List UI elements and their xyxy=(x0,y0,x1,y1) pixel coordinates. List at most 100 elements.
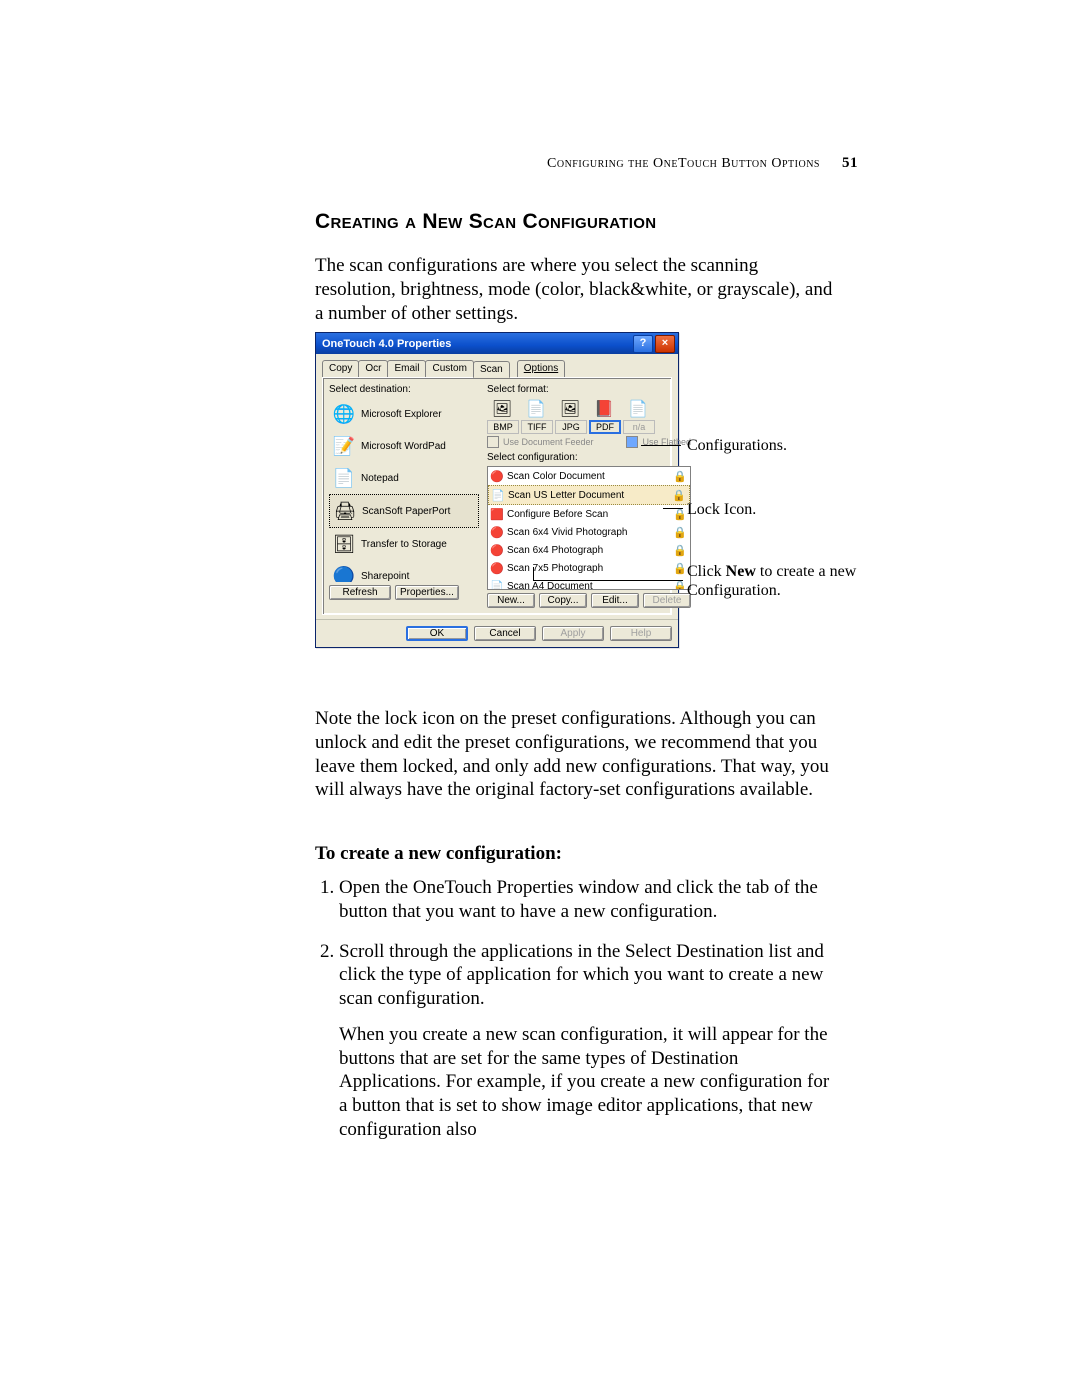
steps: Open the OneTouch Properties window and … xyxy=(315,870,835,1158)
help-icon[interactable]: ? xyxy=(633,335,653,353)
doc-icon: 📄 xyxy=(491,580,503,590)
running-head: Configuring the OneTouch Button Options … xyxy=(547,155,858,172)
config-label: Configure Before Scan xyxy=(507,509,608,520)
list-item[interactable]: 📄Scan A4 Document 🔒 xyxy=(488,577,690,590)
page-number: 51 xyxy=(842,155,858,171)
lock-icon: 🔒 xyxy=(673,580,687,591)
dialog-titlebar[interactable]: OneTouch 4.0 Properties ? × xyxy=(316,333,678,354)
lock-icon: 🔒 xyxy=(673,544,687,557)
wordpad-icon: 📝 xyxy=(331,433,357,459)
step-1-text: Open the OneTouch Properties window and … xyxy=(339,877,818,922)
refresh-button[interactable]: Refresh xyxy=(329,585,391,600)
left-button-row: Refresh Properties... xyxy=(329,585,479,600)
config-label: Scan US Letter Document xyxy=(508,490,624,501)
list-item[interactable]: 🖨 ScanSoft PaperPort xyxy=(329,494,479,528)
photo-icon: 🔴 xyxy=(491,562,503,574)
dialog-button-bar: OK Cancel Apply Help xyxy=(316,619,678,647)
photo-icon: 🔴 xyxy=(491,526,503,538)
page: Configuring the OneTouch Button Options … xyxy=(0,0,1080,1397)
lock-icon: 🔒 xyxy=(672,489,686,502)
ok-button[interactable]: OK xyxy=(406,626,468,641)
doc-icon: 📄 xyxy=(492,489,504,501)
format-label: PDF xyxy=(589,420,621,434)
tab-custom[interactable]: Custom xyxy=(425,360,473,377)
format-cell[interactable]: 📕 PDF xyxy=(589,398,621,434)
color-doc-icon: 🔴 xyxy=(491,470,503,482)
list-item[interactable]: 🔴 Scan 6x4 Photograph 🔒 xyxy=(488,541,690,559)
tabs-row: Copy Ocr Email Custom Scan Options xyxy=(322,360,672,377)
checkbox-icon[interactable] xyxy=(487,436,499,448)
cancel-button[interactable]: Cancel xyxy=(474,626,536,641)
lock-icon: 🔒 xyxy=(673,508,687,521)
tab-options[interactable]: Options xyxy=(517,360,565,377)
copy-button[interactable]: Copy... xyxy=(539,593,587,608)
step-2-text: Scroll through the applications in the S… xyxy=(339,941,824,1010)
running-head-text: Configuring the OneTouch Button Options xyxy=(547,156,820,171)
configure-icon: 🟥 xyxy=(491,508,503,520)
globe-icon: 🌐 xyxy=(331,401,357,427)
callout-line xyxy=(533,567,534,580)
lock-icon: 🔒 xyxy=(673,470,687,483)
format-row: 🖼 BMP 📄 TIFF 🖼 JPG 📕 xyxy=(487,398,691,434)
new-button[interactable]: New... xyxy=(487,593,535,608)
properties-dialog: OneTouch 4.0 Properties ? × Copy Ocr Ema… xyxy=(315,332,679,648)
select-destination-label: Select destination: xyxy=(329,384,479,395)
titlebar-buttons: ? × xyxy=(633,335,675,353)
close-icon[interactable]: × xyxy=(655,335,675,353)
config-label: Scan 7x5 Photograph xyxy=(507,563,603,574)
callout-lock-icon: Lock Icon. xyxy=(687,500,857,519)
list-item[interactable]: 🟥 Configure Before Scan 🔒 xyxy=(488,505,690,523)
photo-icon: 🔴 xyxy=(491,544,503,556)
list-item[interactable]: 📄 Scan US Letter Document 🔒 xyxy=(488,485,690,505)
tab-email[interactable]: Email xyxy=(387,360,426,377)
destination-label: ScanSoft PaperPort xyxy=(362,506,450,517)
format-label: BMP xyxy=(487,420,519,434)
config-list[interactable]: 🔴Scan Color Document 🔒 📄 Scan US Letter D… xyxy=(487,466,691,590)
callout-new-bold: New xyxy=(726,563,756,580)
dialog-title: OneTouch 4.0 Properties xyxy=(322,338,451,350)
apply-button[interactable]: Apply xyxy=(542,626,604,641)
format-cell[interactable]: 🖼 BMP xyxy=(487,398,519,434)
list-item[interactable]: 🌐 Microsoft Explorer xyxy=(329,398,479,430)
pdf-icon: 📕 xyxy=(589,398,619,420)
list-item[interactable]: 🔴 Scan 7x5 Photograph 🔒 xyxy=(488,559,690,577)
format-cell[interactable]: 📄 n/a xyxy=(623,398,655,434)
tab-scan[interactable]: Scan xyxy=(473,361,510,378)
format-cell[interactable]: 📄 TIFF xyxy=(521,398,553,434)
callout-configurations: Configurations. xyxy=(687,436,857,455)
tab-ocr[interactable]: Ocr xyxy=(358,360,388,377)
help-button[interactable]: Help xyxy=(610,626,672,641)
lock-icon: 🔒 xyxy=(673,562,687,575)
destination-list[interactable]: 🌐 Microsoft Explorer 📝 Microsoft WordPad… xyxy=(329,398,479,582)
callout-new-pre: Click xyxy=(687,563,726,580)
callout-line xyxy=(641,445,681,446)
list-item[interactable]: 🗄 Transfer to Storage xyxy=(329,528,479,560)
note-paragraph: Note the lock icon on the preset configu… xyxy=(315,707,835,802)
step-1: Open the OneTouch Properties window and … xyxy=(339,876,835,924)
list-item[interactable]: 🔴Scan 6x4 Vivid Photograph 🔒 xyxy=(488,523,690,541)
step-2-continuation: When you create a new scan configuration… xyxy=(339,1023,835,1142)
destination-label: Sharepoint xyxy=(361,571,409,582)
select-config-label: Select configuration: xyxy=(487,452,691,463)
bmp-icon: 🖼 xyxy=(487,398,517,420)
tab-copy[interactable]: Copy xyxy=(322,360,359,377)
jpg-icon: 🖼 xyxy=(555,398,585,420)
section-title: Creating a New Scan Configuration xyxy=(315,210,656,234)
checkbox-icon[interactable] xyxy=(626,436,638,448)
feeder-row: Use Document Feeder Use Flatbed xyxy=(487,436,691,448)
notepad-icon: 📄 xyxy=(331,465,357,491)
config-button-row: New... Copy... Edit... Delete xyxy=(487,593,691,608)
callout-line xyxy=(663,508,683,509)
destination-label: Microsoft WordPad xyxy=(361,441,446,452)
lock-icon: 🔒 xyxy=(673,526,687,539)
format-cell[interactable]: 🖼 JPG xyxy=(555,398,587,434)
list-item[interactable]: 🔴Scan Color Document 🔒 xyxy=(488,467,690,485)
config-label: Scan 6x4 Photograph xyxy=(507,545,603,556)
delete-button[interactable]: Delete xyxy=(643,593,691,608)
properties-button[interactable]: Properties... xyxy=(395,585,459,600)
list-item[interactable]: 🔵 Sharepoint xyxy=(329,560,479,582)
edit-button[interactable]: Edit... xyxy=(591,593,639,608)
select-format-label: Select format: xyxy=(487,384,691,395)
list-item[interactable]: 📄 Notepad xyxy=(329,462,479,494)
list-item[interactable]: 📝 Microsoft WordPad xyxy=(329,430,479,462)
